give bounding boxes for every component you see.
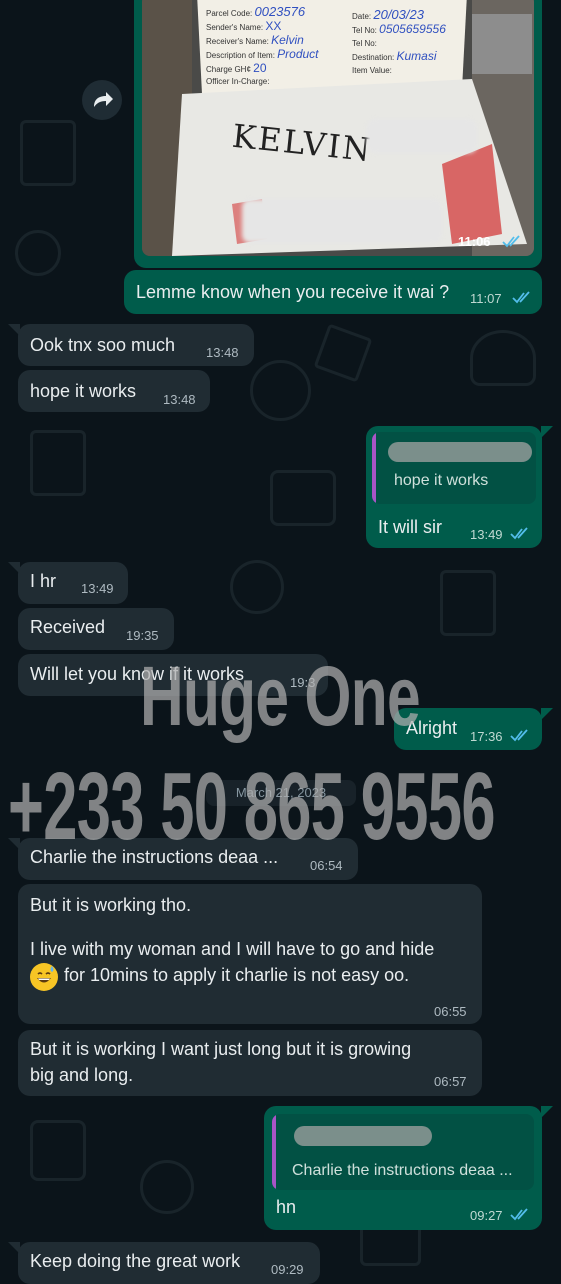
receiver-label: Receiver's Name: bbox=[206, 37, 269, 46]
message-in[interactable]: But it is working I want just long but i… bbox=[18, 1030, 482, 1096]
image-message[interactable]: Parcel Code: 0023576 Sender's Name: XX R… bbox=[134, 0, 542, 268]
tel2-label: Tel No: bbox=[352, 39, 377, 48]
double-check-icon bbox=[502, 235, 520, 248]
description-value: Product bbox=[277, 47, 319, 61]
quoted-message[interactable]: hope it works bbox=[372, 432, 536, 504]
date-value: 20/03/23 bbox=[373, 7, 424, 22]
bubble-tail bbox=[541, 426, 553, 438]
message-in[interactable]: Received 19:35 bbox=[18, 608, 174, 650]
message-time: 13:49 bbox=[81, 581, 114, 596]
bubble-tail bbox=[541, 1106, 553, 1118]
quoted-sender-redacted bbox=[388, 442, 532, 462]
watermark-line1: Huge One bbox=[140, 649, 421, 743]
message-in[interactable]: I hr 13:49 bbox=[18, 562, 128, 604]
double-check-icon bbox=[510, 729, 528, 742]
quote-bar bbox=[372, 432, 376, 504]
message-text: I hr bbox=[30, 571, 57, 591]
message-time: 19:35 bbox=[126, 628, 159, 643]
parcel-code-label: Parcel Code: bbox=[206, 9, 253, 18]
tel-value: 0505659556 bbox=[379, 22, 446, 36]
sender-value: XX bbox=[265, 19, 282, 33]
tel-label: Tel No: bbox=[352, 26, 377, 35]
quote-bar bbox=[272, 1114, 276, 1190]
charge-value: 20 bbox=[253, 61, 267, 75]
forward-button[interactable] bbox=[82, 80, 122, 120]
double-check-icon bbox=[510, 527, 528, 540]
message-text-line2: I live with my woman and I will have to … bbox=[30, 939, 435, 959]
message-text: Lemme know when you receive it wai ? bbox=[136, 282, 450, 302]
message-in[interactable]: But it is working tho. I live with my wo… bbox=[18, 884, 482, 1024]
quoted-sender-redacted bbox=[294, 1126, 432, 1146]
message-out-reply[interactable]: hope it works It will sir 13:49 bbox=[366, 426, 542, 548]
message-time: 11:07 bbox=[470, 291, 502, 306]
message-in[interactable]: hope it works 13:48 bbox=[18, 370, 210, 412]
message-time: 13:48 bbox=[206, 345, 239, 360]
message-time: 09:29 bbox=[271, 1262, 304, 1277]
message-in[interactable]: Keep doing the great work 09:29 bbox=[18, 1242, 320, 1284]
message-time: 09:27 bbox=[470, 1208, 503, 1223]
message-time: 06:57 bbox=[434, 1074, 467, 1089]
grinning-sweat-emoji bbox=[30, 962, 58, 991]
message-text: Keep doing the great work bbox=[30, 1251, 241, 1271]
message-text: Received bbox=[30, 617, 106, 637]
quoted-message[interactable]: Charlie the instructions deaa ... bbox=[272, 1114, 534, 1190]
message-text-line3: for 10mins to apply it charlie is not ea… bbox=[64, 965, 410, 985]
redaction-2 bbox=[242, 199, 442, 243]
message-text-line1: But it is working I want just long but i… bbox=[30, 1039, 412, 1059]
receiver-value: Kelvin bbox=[271, 33, 304, 47]
message-time: 13:48 bbox=[163, 392, 196, 407]
redaction-1 bbox=[367, 119, 477, 153]
bubble-tail bbox=[541, 708, 553, 720]
quoted-text: Charlie the instructions deaa ... bbox=[292, 1162, 513, 1179]
message-time: 06:55 bbox=[434, 1004, 467, 1019]
parcel-photo[interactable]: Parcel Code: 0023576 Sender's Name: XX R… bbox=[142, 0, 534, 256]
message-text: It will sir bbox=[378, 517, 442, 537]
message-time: 13:49 bbox=[470, 527, 503, 542]
item-value-label: Item Value: bbox=[352, 66, 392, 75]
message-time: 17:36 bbox=[470, 729, 503, 744]
message-text-line2: big and long. bbox=[30, 1065, 134, 1085]
message-text: hope it works bbox=[30, 381, 137, 401]
destination-label: Destination: bbox=[352, 53, 395, 62]
quoted-text: hope it works bbox=[394, 472, 489, 489]
message-text-line1: But it is working tho. bbox=[30, 895, 192, 915]
message-out-reply[interactable]: Charlie the instructions deaa ... hn 09:… bbox=[264, 1106, 542, 1230]
parcel-code-value: 0023576 bbox=[254, 4, 306, 19]
message-out-caption[interactable]: Lemme know when you receive it wai ? 11:… bbox=[124, 270, 542, 314]
message-text: hn bbox=[276, 1197, 297, 1217]
watermark-line2: +233 50 865 9556 bbox=[8, 753, 496, 860]
date-label: Date: bbox=[352, 12, 372, 21]
double-check-icon bbox=[512, 291, 530, 304]
officer-label: Officer In-Charge: bbox=[206, 77, 270, 86]
message-in[interactable]: Ook tnx soo much 13:48 bbox=[18, 324, 254, 366]
sender-label: Sender's Name: bbox=[206, 23, 264, 32]
charge-label: Charge GH¢ bbox=[206, 65, 251, 74]
message-text: Ook tnx soo much bbox=[30, 335, 176, 355]
double-check-icon bbox=[510, 1208, 528, 1221]
destination-value: Kumasi bbox=[396, 49, 437, 63]
photo-timestamp: 11:06 bbox=[458, 234, 491, 249]
description-label: Description of Item: bbox=[206, 51, 275, 60]
forward-icon bbox=[94, 92, 113, 107]
